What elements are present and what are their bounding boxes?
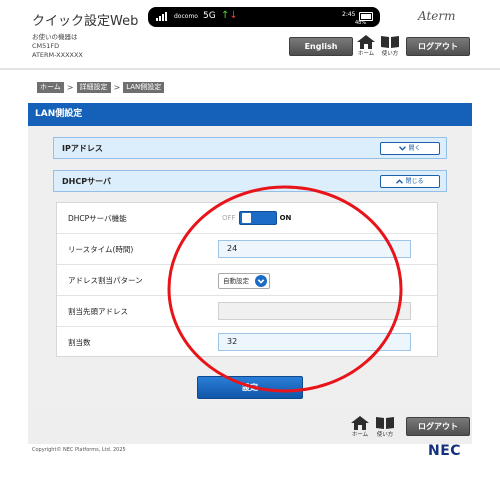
allocation-count-label: 割当数 bbox=[68, 338, 91, 347]
network-type: 5G bbox=[203, 11, 216, 21]
dhcp-settings-table: DHCPサーバ機能 OFF ON リースタイム(時間) 24 アドレス割当パター… bbox=[56, 202, 438, 357]
home-button[interactable]: ホーム bbox=[356, 35, 376, 57]
device-model: CM51FD bbox=[32, 42, 60, 50]
accordion-title: IPアドレス bbox=[62, 144, 103, 153]
help-button[interactable]: 使い方 bbox=[378, 35, 402, 57]
toggle-switch[interactable] bbox=[238, 211, 277, 225]
dhcp-toggle[interactable]: OFF ON bbox=[222, 211, 291, 225]
breadcrumb-current: LAN側設定 bbox=[123, 82, 165, 93]
toggle-on-label: ON bbox=[279, 214, 292, 222]
footer-logout-button[interactable]: ログアウト bbox=[406, 417, 470, 436]
table-row: リースタイム(時間) 24 bbox=[57, 234, 437, 265]
home-label: ホーム bbox=[351, 432, 369, 438]
chevron-up-icon bbox=[396, 179, 404, 184]
help-label: 使い方 bbox=[376, 432, 394, 438]
address-pattern-label: アドレス割当パターン bbox=[68, 276, 143, 285]
collapse-label: 閉じる bbox=[405, 178, 424, 185]
start-address-input bbox=[218, 302, 411, 320]
start-address-label: 割当先頭アドレス bbox=[68, 307, 128, 316]
help-label: 使い方 bbox=[381, 51, 399, 57]
breadcrumb-separator: > bbox=[66, 83, 74, 92]
data-transfer-icon: ↑↓ bbox=[221, 10, 238, 21]
collapse-button[interactable]: 閉じる bbox=[380, 175, 440, 188]
expand-button[interactable]: 開く bbox=[380, 142, 440, 155]
carrier-name: docomo bbox=[174, 13, 198, 20]
toggle-knob[interactable] bbox=[241, 213, 251, 223]
brand-logo: Aterm bbox=[418, 9, 456, 23]
header: クイック設定Web docomo 5G ↑↓ 2:45 48% Aterm お使… bbox=[0, 0, 500, 70]
signal-icon bbox=[156, 12, 167, 21]
table-row: 割当数 32 bbox=[57, 327, 437, 358]
app-title: クイック設定Web bbox=[32, 14, 139, 29]
accordion-dhcp-server[interactable]: DHCPサーバ 閉じる bbox=[53, 170, 447, 192]
apply-button[interactable]: 設定 bbox=[197, 376, 303, 399]
toggle-off-label: OFF bbox=[222, 214, 236, 222]
lease-time-label: リースタイム(時間) bbox=[68, 245, 134, 254]
copyright: Copyright© NEC Platforms, Ltd. 2025 bbox=[32, 447, 126, 453]
home-label: ホーム bbox=[357, 51, 375, 57]
chevron-down-icon bbox=[399, 146, 407, 151]
allocation-count-input[interactable]: 32 bbox=[218, 333, 411, 351]
table-row: DHCPサーバ機能 OFF ON bbox=[57, 203, 437, 234]
book-icon bbox=[376, 417, 394, 429]
footer-help-button[interactable]: 使い方 bbox=[373, 416, 397, 438]
accordion-ip-address[interactable]: IPアドレス 開く bbox=[53, 137, 447, 159]
section-title: LAN側設定 bbox=[28, 103, 472, 126]
dropdown-icon bbox=[255, 275, 267, 287]
device-status-bar: docomo 5G ↑↓ 2:45 48% bbox=[148, 7, 380, 27]
accordion-title: DHCPサーバ bbox=[62, 177, 111, 186]
english-button[interactable]: English bbox=[289, 37, 353, 56]
book-icon bbox=[381, 36, 399, 48]
lease-time-input[interactable]: 24 bbox=[218, 240, 411, 258]
address-pattern-select[interactable]: 自動設定 bbox=[218, 273, 270, 289]
breadcrumb-advanced[interactable]: 詳細設定 bbox=[76, 82, 111, 93]
table-row: アドレス割当パターン 自動設定 bbox=[57, 265, 437, 296]
header-divider bbox=[0, 68, 500, 70]
footer-home-button[interactable]: ホーム bbox=[350, 416, 370, 438]
expand-label: 開く bbox=[408, 145, 421, 152]
pattern-selected-value: 自動設定 bbox=[223, 277, 249, 285]
dhcp-function-label: DHCPサーバ機能 bbox=[68, 214, 127, 223]
status-time: 2:45 bbox=[342, 11, 356, 18]
device-info: お使いの機器は CM51FD ATERM-XXXXXX bbox=[32, 33, 83, 60]
nec-logo: NEC bbox=[428, 443, 462, 459]
breadcrumb: ホーム > 詳細設定 > LAN側設定 bbox=[37, 82, 165, 93]
home-icon bbox=[357, 35, 375, 49]
breadcrumb-separator: > bbox=[113, 83, 121, 92]
home-icon bbox=[351, 416, 369, 430]
logout-button[interactable]: ログアウト bbox=[406, 37, 470, 56]
breadcrumb-home[interactable]: ホーム bbox=[37, 82, 64, 93]
table-row: 割当先頭アドレス bbox=[57, 296, 437, 327]
device-id: ATERM-XXXXXX bbox=[32, 51, 83, 59]
battery-percent: 48% bbox=[355, 20, 367, 26]
device-info-line: お使いの機器は bbox=[32, 33, 78, 41]
